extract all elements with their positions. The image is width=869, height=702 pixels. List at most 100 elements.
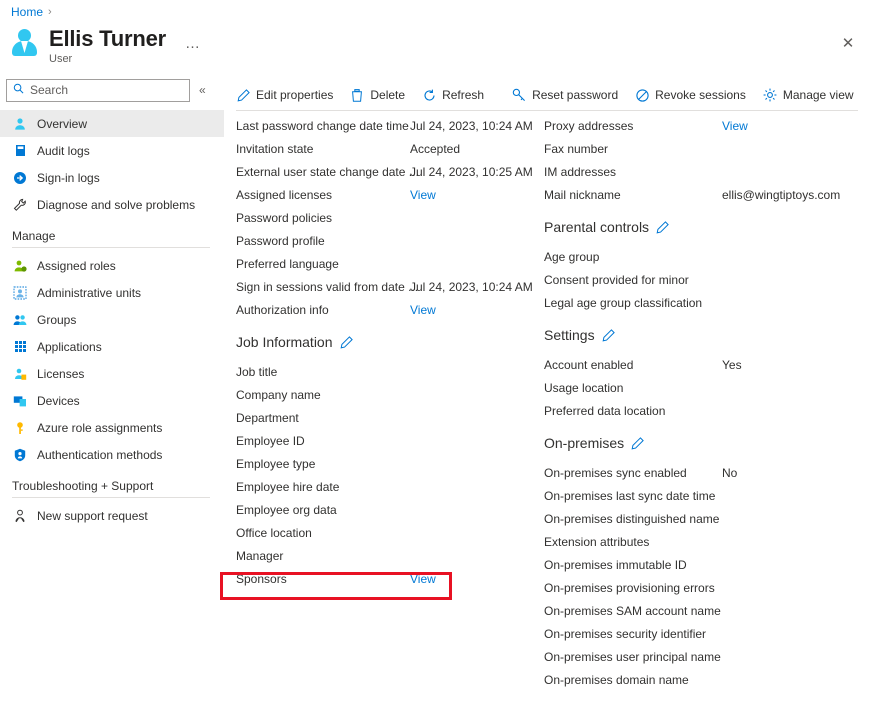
property-label: Age group [544, 249, 600, 264]
section-header-job-information: Job Information [236, 330, 536, 354]
property-value: No [722, 465, 738, 480]
property-row: Preferred language [236, 252, 536, 275]
property-row: IM addresses [544, 160, 864, 183]
sidebar-item-label: Authentication methods [37, 447, 163, 462]
command-label: Revoke sessions [655, 88, 746, 102]
property-label: Consent provided for minor [544, 272, 689, 287]
property-label: Employee org data [236, 502, 337, 517]
property-row-sponsors: Sponsors View [236, 567, 536, 590]
property-row: Mail nickname ellis@wingtiptoys.com [544, 183, 864, 206]
property-label: Extension attributes [544, 534, 650, 549]
property-value-link[interactable]: View [722, 119, 748, 133]
log-icon [12, 143, 28, 159]
property-row: Age group [544, 245, 864, 268]
property-row: Employee type [236, 452, 536, 475]
sidebar-item-groups[interactable]: Groups [0, 306, 224, 333]
sidebar-item-administrative-units[interactable]: Administrative units [0, 279, 224, 306]
property-label: Sign in sessions valid from date ... [236, 279, 419, 294]
sidebar-item-diagnose[interactable]: Diagnose and solve problems [0, 191, 224, 218]
support-icon [12, 508, 28, 524]
reset-password-button[interactable]: Reset password [512, 88, 627, 102]
property-label: Authorization info [236, 302, 329, 317]
licenses-icon [12, 366, 28, 382]
property-value: Accepted [410, 141, 461, 156]
property-value: ellis@wingtiptoys.com [722, 187, 841, 202]
key-icon [12, 420, 28, 436]
property-row: Job title [236, 360, 536, 383]
property-label: On-premises user principal name [544, 649, 721, 664]
sidebar-item-overview[interactable]: Overview [0, 110, 224, 137]
sidebar-item-label: Groups [37, 312, 77, 327]
sidebar-divider [12, 247, 210, 248]
wrench-icon [12, 197, 28, 213]
section-title: Settings [544, 327, 595, 343]
property-row: Fax number [544, 137, 864, 160]
property-row: On-premises immutable ID [544, 553, 864, 576]
sidebar-item-authentication-methods[interactable]: Authentication methods [0, 441, 224, 468]
key-icon [512, 88, 526, 102]
property-value: Jul 24, 2023, 10:25 AM [410, 164, 533, 179]
section-header-on-premises: On-premises [544, 431, 864, 455]
property-label: Proxy addresses [544, 118, 634, 133]
command-bar: Edit properties Delete Refresh Reset pas… [236, 80, 861, 110]
property-row: Manager [236, 544, 536, 567]
sidebar-item-devices[interactable]: Devices [0, 387, 224, 414]
pencil-icon[interactable] [602, 328, 615, 342]
properties-left-column: Last password change date time Jul 24, 2… [236, 114, 536, 590]
property-row: Invitation state Accepted [236, 137, 536, 160]
sidebar-item-azure-role-assignments[interactable]: Azure role assignments [0, 414, 224, 441]
property-value: Jul 24, 2023, 10:24 AM [410, 118, 533, 133]
command-label: Manage view [782, 88, 854, 102]
sidebar-item-label: Diagnose and solve problems [37, 197, 196, 212]
sponsors-view-link[interactable]: View [410, 572, 436, 586]
search-input[interactable] [30, 83, 183, 97]
page-title-text: Ellis Turner User [49, 26, 166, 66]
property-row: Legal age group classification [544, 291, 864, 314]
pencil-icon[interactable] [340, 335, 353, 349]
sidebar-nav: Overview Audit logs Sign-in logs Diagnos… [0, 110, 224, 529]
close-icon[interactable]: ✕ [835, 30, 861, 56]
sidebar-item-assigned-roles[interactable]: Assigned roles [0, 252, 224, 279]
property-row: Sign in sessions valid from date ... Jul… [236, 275, 536, 298]
title-more-button[interactable]: … [185, 35, 201, 52]
sidebar-item-audit-logs[interactable]: Audit logs [0, 137, 224, 164]
property-label: Invitation state [236, 141, 314, 156]
edit-properties-button[interactable]: Edit properties [236, 88, 342, 102]
refresh-button[interactable]: Refresh [422, 88, 493, 102]
section-header-settings: Settings [544, 323, 864, 347]
property-row: Proxy addresses View [544, 114, 864, 137]
search-icon [13, 83, 24, 97]
sidebar-item-label: Audit logs [37, 143, 90, 158]
delete-button[interactable]: Delete [350, 88, 414, 102]
section-title: On-premises [544, 435, 625, 451]
sidebar-item-label: Administrative units [37, 285, 142, 300]
sidebar-item-licenses[interactable]: Licenses [0, 360, 224, 387]
manage-view-button[interactable]: Manage view [763, 88, 863, 102]
property-row: Employee ID [236, 429, 536, 452]
pencil-icon[interactable] [631, 436, 644, 450]
command-bar-divider [236, 110, 858, 111]
sidebar-item-label: Devices [37, 393, 80, 408]
pencil-icon[interactable] [656, 220, 669, 234]
sidebar-group-manage-label: Manage [12, 229, 56, 243]
property-row: Password policies [236, 206, 536, 229]
collapse-sidebar-icon[interactable]: « [196, 83, 209, 97]
search-box[interactable] [6, 78, 190, 102]
sidebar-item-new-support-request[interactable]: New support request [0, 502, 224, 529]
sidebar-item-signin-logs[interactable]: Sign-in logs [0, 164, 224, 191]
property-value-link[interactable]: View [410, 188, 436, 202]
property-value-link[interactable]: View [410, 303, 436, 317]
property-label: Department [236, 410, 299, 425]
gear-icon [763, 88, 777, 102]
revoke-sessions-button[interactable]: Revoke sessions [635, 88, 755, 102]
property-label: Employee type [236, 456, 316, 471]
property-row: On-premises last sync date time [544, 484, 864, 507]
assigned-roles-icon [12, 258, 28, 274]
refresh-icon [422, 88, 436, 102]
property-label: Legal age group classification [544, 295, 703, 310]
sidebar-item-applications[interactable]: Applications [0, 333, 224, 360]
property-label: Manager [236, 548, 284, 563]
sidebar-item-label: Assigned roles [37, 258, 116, 273]
property-row: Consent provided for minor [544, 268, 864, 291]
breadcrumb-home[interactable]: Home [11, 5, 43, 19]
